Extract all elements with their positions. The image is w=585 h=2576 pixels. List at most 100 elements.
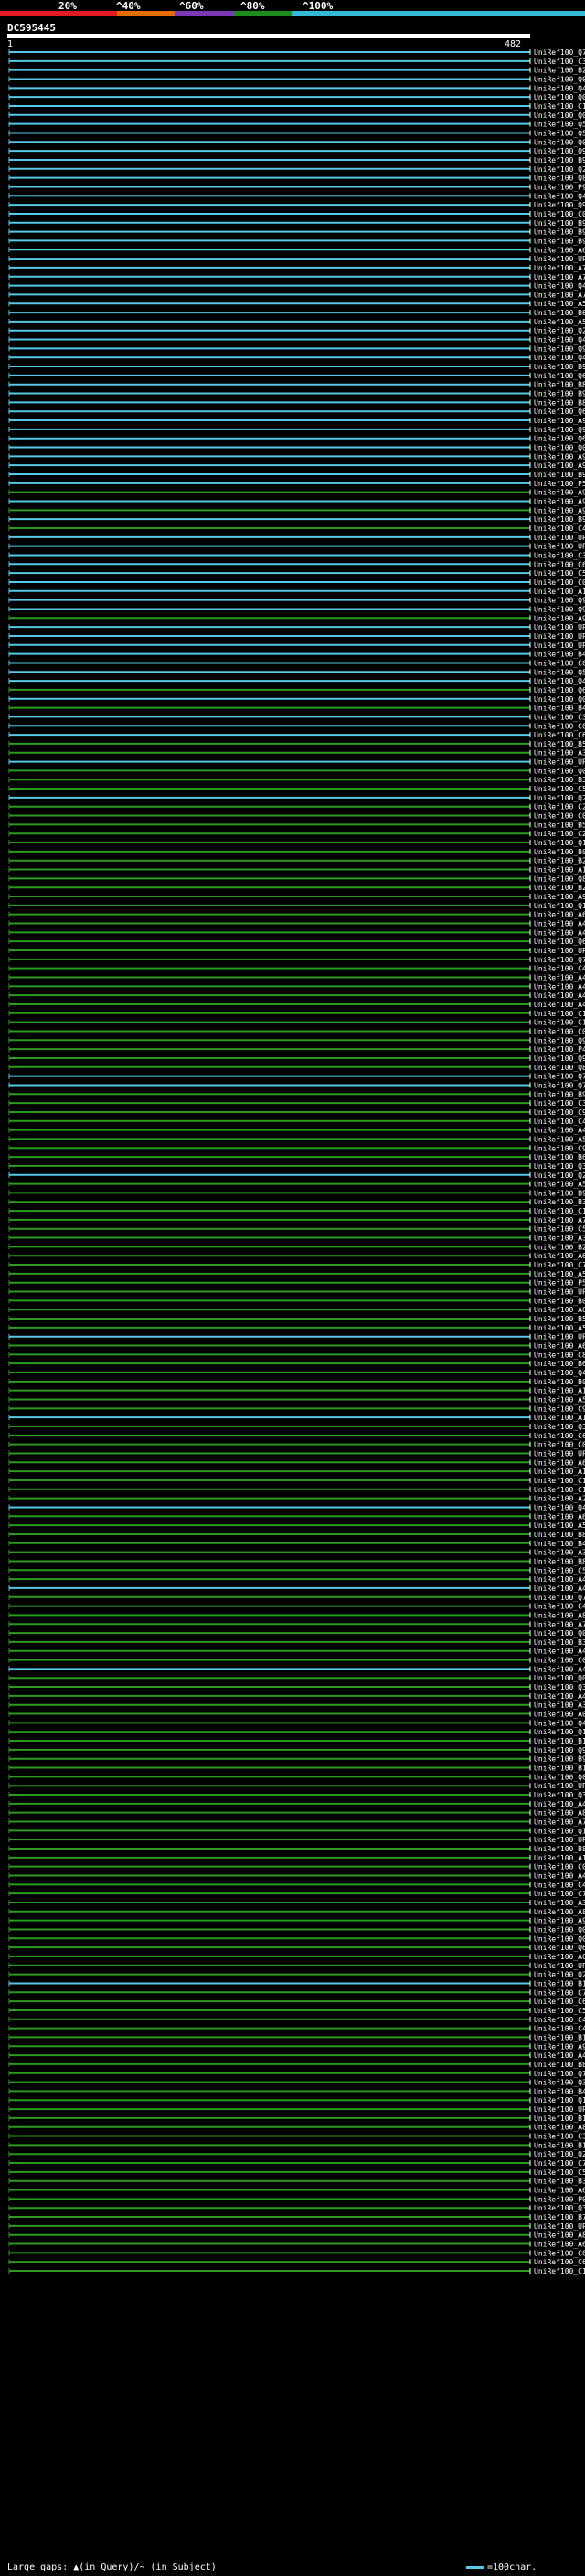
hit-row[interactable]: UniRef100_C5CR21 (8, 1566, 585, 1574)
hit-id-label[interactable]: UniRef100_A7QR16 (534, 291, 585, 299)
hit-id-label[interactable]: UniRef100_A6ZRR7 (534, 2187, 585, 2195)
hit-row[interactable]: UniRef100_C3TS12 (8, 58, 585, 66)
hit-row[interactable]: UniRef100_A9IDD8 (8, 893, 585, 901)
hit-id-label[interactable]: UniRef100_C6S8L5 (534, 731, 585, 739)
hit-id-label[interactable]: UniRef100_Q04FT1 (534, 767, 585, 775)
hit-id-label[interactable]: UniRef100_Q9ARQ7 (534, 345, 585, 353)
hit-row[interactable]: UniRef100_C5PMD2 (8, 785, 585, 793)
hit-row[interactable]: UniRef100_UPI000... (8, 255, 585, 263)
hit-id-label[interactable]: UniRef100_A5CK17 (534, 1181, 585, 1189)
hit-row[interactable]: UniRef100_A8FBF6 (8, 1611, 585, 1619)
hit-id-label[interactable]: UniRef100_A3DDD3 (534, 1701, 585, 1710)
hit-row[interactable]: UniRef100_A6GHK0 (8, 1512, 585, 1521)
hit-row[interactable]: UniRef100_A1K0N4 (8, 866, 585, 875)
hit-id-label[interactable]: UniRef100_C0GT73 (534, 1027, 585, 1035)
hit-row[interactable]: UniRef100_B1ERH7 (8, 2141, 585, 2149)
hit-row[interactable]: UniRef100_Q6BCT3 (8, 372, 585, 380)
hit-row[interactable]: UniRef100_C6NSW4 (8, 1432, 585, 1440)
hit-row[interactable]: UniRef100_Q9RR37 (8, 1036, 585, 1044)
hit-row[interactable]: UniRef100_Q0EIM0 (8, 1925, 585, 1934)
hit-row[interactable]: UniRef100_C4WL48 (8, 1603, 585, 1611)
hit-row[interactable]: UniRef100_B3QY41 (8, 776, 585, 784)
hit-row[interactable]: UniRef100_B9RD33 (8, 228, 585, 237)
hit-row[interactable]: UniRef100_A3I0N4 (8, 1899, 585, 1907)
hit-row[interactable]: UniRef100_Q04FT1 (8, 767, 585, 775)
hit-row[interactable]: UniRef100_A4YHR1 (8, 1692, 585, 1701)
hit-id-label[interactable]: UniRef100_C5QE72 (534, 2007, 585, 2015)
hit-row[interactable]: UniRef100_A4BB74 (8, 2051, 585, 2060)
hit-row[interactable]: UniRef100_B9B2Q6 (8, 1189, 585, 1197)
hit-id-label[interactable]: UniRef100_B2U181 (534, 884, 585, 892)
hit-row[interactable]: UniRef100_A6WC37 (8, 1953, 585, 1961)
hit-row[interactable]: UniRef100_A3RTK0 (8, 749, 585, 758)
hit-row[interactable]: UniRef100_C7QRS4 (8, 2159, 585, 2168)
hit-id-label[interactable]: UniRef100_Q8H162 (534, 175, 585, 183)
hit-row[interactable]: UniRef100_A9RNS2 (8, 452, 585, 461)
hit-id-label[interactable]: UniRef100_B6UFS5 (534, 309, 585, 317)
hit-row[interactable]: UniRef100_Q5F863 (8, 668, 585, 676)
hit-row[interactable]: UniRef100_A6VP87 (8, 911, 585, 919)
hit-row[interactable]: UniRef100_P93263 (8, 183, 585, 191)
hit-id-label[interactable]: UniRef100_B9K226 (534, 1090, 585, 1098)
hit-row[interactable]: UniRef100_B9Y5U1 (8, 1755, 585, 1764)
hit-id-label[interactable]: UniRef100_Q2KYF3 (534, 794, 585, 802)
hit-row[interactable]: UniRef100_B8LKF4 (8, 381, 585, 389)
hit-row[interactable]: UniRef100_C0GT73 (8, 1027, 585, 1035)
hit-id-label[interactable]: UniRef100_C9K5B4 (534, 1405, 585, 1413)
hit-row[interactable]: UniRef100_C5M4D8 (8, 2168, 585, 2177)
hit-id-label[interactable]: UniRef100_UPI000... (534, 641, 585, 650)
hit-row[interactable]: UniRef100_C4H899 (8, 1881, 585, 1889)
hit-id-label[interactable]: UniRef100_P05694 (534, 2195, 585, 2203)
hit-id-label[interactable]: UniRef100_A5UFD9 (534, 1135, 585, 1143)
hit-id-label[interactable]: UniRef100_Q0V889 (534, 1629, 585, 1638)
hit-id-label[interactable]: UniRef100_C6EY57 (534, 2258, 585, 2266)
hit-row[interactable]: UniRef100_B6UFS5 (8, 309, 585, 317)
hit-row[interactable]: UniRef100_B8DMM2 (8, 1557, 585, 1565)
hit-id-label[interactable]: UniRef100_Q0SDK3 (534, 111, 585, 120)
hit-id-label[interactable]: UniRef100_Q6UNN8 (534, 938, 585, 946)
hit-row[interactable]: UniRef100_C2EQ88 (8, 803, 585, 811)
hit-row[interactable]: UniRef100_A1YSR1 (8, 1468, 585, 1476)
hit-row[interactable]: UniRef100_A4NM55 (8, 973, 585, 981)
hit-id-label[interactable]: UniRef100_A1SBX3 (534, 1854, 585, 1862)
hit-row[interactable]: UniRef100_Q046U0 (8, 695, 585, 704)
hit-row[interactable]: UniRef100_UPI000... (8, 641, 585, 650)
hit-id-label[interactable]: UniRef100_C6NSW4 (534, 1432, 585, 1440)
hit-row[interactable]: UniRef100_P05694 (8, 2195, 585, 2203)
hit-id-label[interactable]: UniRef100_A9RNS2 (534, 452, 585, 461)
hit-id-label[interactable]: UniRef100_B3KHU1 (534, 1638, 585, 1647)
hit-row[interactable]: UniRef100_B9MYM2 (8, 237, 585, 245)
hit-id-label[interactable]: UniRef100_UPI000... (534, 947, 585, 955)
hit-row[interactable]: UniRef100_A4Z224 (8, 1871, 585, 1880)
hit-row[interactable]: UniRef100_UPI000... (8, 534, 585, 542)
hit-id-label[interactable]: UniRef100_A9RT52 (534, 417, 585, 425)
hit-row[interactable]: UniRef100_C1BMU7 (8, 1486, 585, 1494)
hit-id-label[interactable]: UniRef100_B0F612 (534, 1297, 585, 1305)
hit-row[interactable]: UniRef100_B8E841 (8, 1531, 585, 1539)
hit-row[interactable]: UniRef100_A4I695 (8, 1665, 585, 1673)
hit-row[interactable]: UniRef100_A5UFD9 (8, 1135, 585, 1143)
hit-row[interactable]: UniRef100_A1TY17 (8, 1414, 585, 1422)
hit-row[interactable]: UniRef100_A6ZRR7 (8, 2187, 585, 2195)
hit-row[interactable]: UniRef100_A3N1F9 (8, 1235, 585, 1243)
hit-row[interactable]: UniRef100_Q3HTE2 (8, 2204, 585, 2212)
hit-row[interactable]: UniRef100_C3WZY9 (8, 551, 585, 559)
hit-row[interactable]: UniRef100_Q42699 (8, 282, 585, 291)
hit-row[interactable]: UniRef100_A5BSS2 (8, 300, 585, 308)
hit-row[interactable]: UniRef100_Q3HP91 (8, 1683, 585, 1691)
hit-id-label[interactable]: UniRef100_Q4H1G2 (534, 84, 585, 92)
hit-id-label[interactable]: UniRef100_A9IDD8 (534, 893, 585, 901)
hit-row[interactable]: UniRef100_Q4L812 (8, 354, 585, 362)
hit-row[interactable]: UniRef100_Q4L813 (8, 336, 585, 345)
hit-id-label[interactable]: UniRef100_A5BSS2 (534, 300, 585, 308)
hit-id-label[interactable]: UniRef100_A4NSA7 (534, 1127, 585, 1135)
hit-id-label[interactable]: UniRef100_Q3UDK1 (534, 1423, 585, 1431)
hit-row[interactable]: UniRef100_Q2KYF3 (8, 794, 585, 802)
hit-id-label[interactable]: UniRef100_Q9KDH4 (534, 1055, 585, 1063)
hit-id-label[interactable]: UniRef100_B4AYQ8 (534, 1540, 585, 1548)
hit-row[interactable]: UniRef100_A6YQE7 (8, 246, 585, 254)
hit-id-label[interactable]: UniRef100_C5PMD2 (534, 785, 585, 793)
hit-row[interactable]: UniRef100_B2VQE0 (8, 67, 585, 75)
hit-id-label[interactable]: UniRef100_A8Z2Z5 (534, 2231, 585, 2240)
hit-row[interactable]: UniRef100_B0F612 (8, 1297, 585, 1305)
